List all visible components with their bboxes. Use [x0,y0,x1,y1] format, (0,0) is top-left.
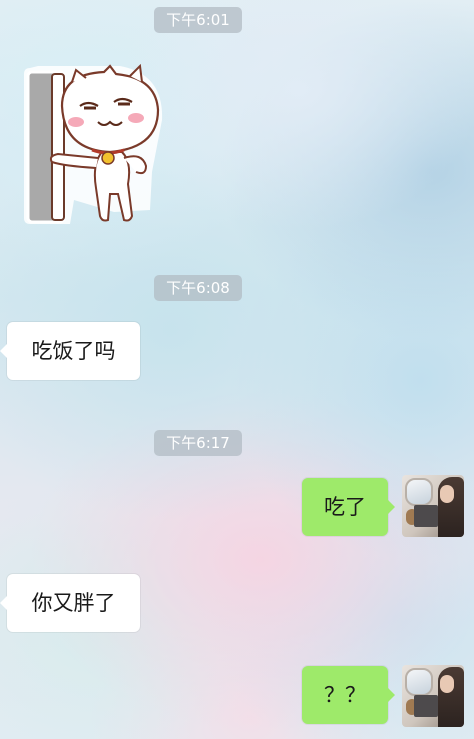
incoming-message-bubble[interactable]: 吃饭了吗 [0,322,140,380]
timestamp: 下午6:17 [154,430,242,456]
cat-leaning-on-door-icon [24,63,163,224]
user-avatar[interactable] [402,665,464,727]
outgoing-message-bubble[interactable]: 吃了 [302,478,395,536]
avatar-face-detail [440,485,454,503]
chat-screen: { "messages": [ {"type": "time", "text":… [0,0,474,739]
incoming-message-bubble[interactable]: 你又胖了 [0,574,140,632]
timestamp: 下午6:08 [154,275,242,301]
outgoing-message-bubble[interactable]: ？？ [302,666,395,724]
user-avatar[interactable] [402,475,464,537]
avatar-window-detail [405,478,433,506]
avatar-laptop-detail [414,695,438,717]
avatar-window-detail [405,668,433,696]
avatar-face-detail [440,675,454,693]
timestamp: 下午6:01 [154,7,242,33]
avatar-laptop-detail [414,505,438,527]
cat-sticker-message[interactable] [18,60,166,230]
